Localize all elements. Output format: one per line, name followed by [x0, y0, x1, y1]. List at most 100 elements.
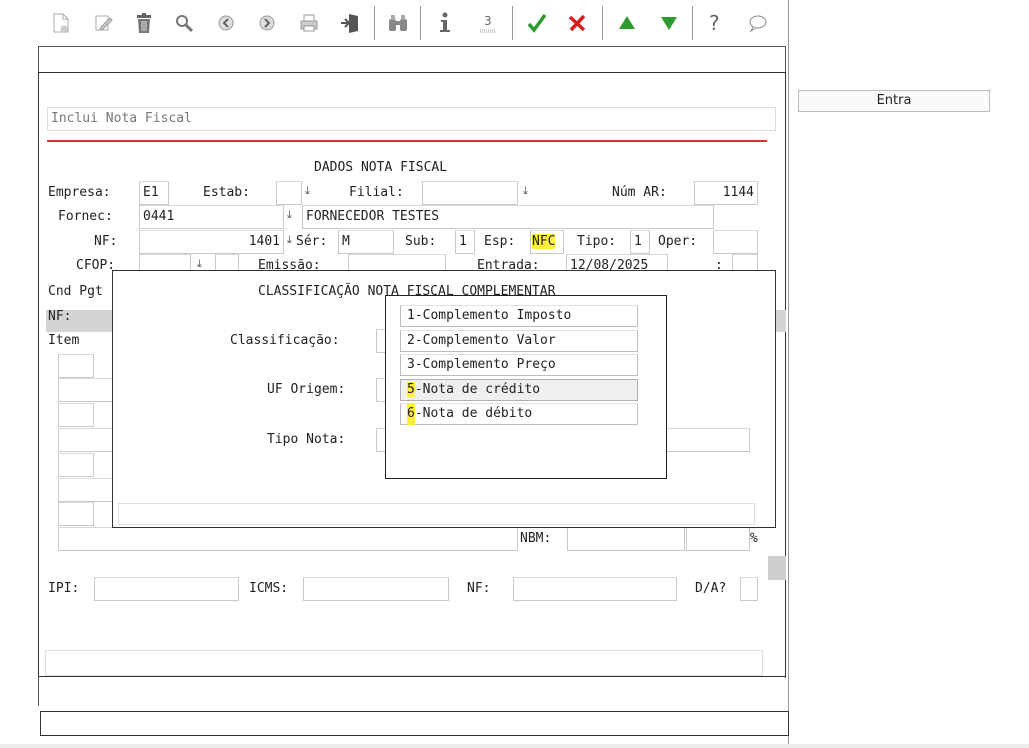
- menu-item-number: 6: [407, 404, 415, 425]
- num-ar-field[interactable]: 1144: [694, 181, 758, 205]
- cnd-pgt-label: Cnd Pgt: [48, 284, 103, 299]
- arrow-down-icon[interactable]: [657, 8, 681, 38]
- item-cell[interactable]: [58, 453, 94, 477]
- esp-field[interactable]: NFC: [530, 230, 564, 254]
- fornec-lookup-icon[interactable]: ⤓: [287, 209, 297, 221]
- message-field: [45, 650, 763, 676]
- print-icon[interactable]: [298, 8, 320, 38]
- next-icon[interactable]: [256, 8, 278, 38]
- menu-item-complemento-imposto[interactable]: 1-Complemento Imposto: [400, 305, 638, 327]
- entra-button[interactable]: Entra: [798, 90, 990, 112]
- confirm-check-icon[interactable]: [525, 8, 549, 38]
- previous-icon[interactable]: [215, 8, 237, 38]
- menu-item-complemento-preco[interactable]: 3-Complemento Preço: [400, 354, 638, 376]
- item-cell[interactable]: [58, 428, 114, 452]
- menu-item-number: 3: [407, 357, 415, 372]
- tipo-nota-label: Tipo Nota:: [267, 432, 346, 447]
- arrow-up-icon[interactable]: [615, 8, 639, 38]
- ipi-field[interactable]: [94, 577, 239, 601]
- empresa-label: Empresa:: [48, 185, 111, 200]
- nbm-label: NBM:: [520, 531, 552, 546]
- fornec-field[interactable]: 0441: [139, 205, 284, 229]
- section-title: DADOS NOTA FISCAL: [314, 160, 448, 175]
- fornec-name-field: FORNECEDOR TESTES: [302, 205, 714, 229]
- ser-field[interactable]: M: [338, 230, 394, 254]
- uf-origem-label: UF Origem:: [267, 382, 346, 397]
- scrollbar-thumb[interactable]: [768, 556, 786, 580]
- da-field[interactable]: [740, 577, 758, 601]
- menu-item-complemento-valor[interactable]: 2-Complemento Valor: [400, 330, 638, 352]
- menu-item-text: -Nota de débito: [414, 406, 533, 421]
- menu-item-number: 1: [407, 308, 415, 323]
- cfop-lookup-icon[interactable]: ⤓: [197, 258, 207, 270]
- binoculars-icon[interactable]: [386, 8, 410, 38]
- percent-label: %: [750, 531, 758, 546]
- item-cell[interactable]: [58, 354, 94, 378]
- new-document-icon[interactable]: [50, 8, 72, 38]
- comment-bubble-icon[interactable]: [746, 8, 770, 38]
- menu-item-nota-credito[interactable]: 5-Nota de crédito: [400, 379, 638, 401]
- item-cell[interactable]: [58, 478, 114, 502]
- icms-label: ICMS:: [249, 581, 289, 596]
- toolbar-separator: [692, 6, 693, 40]
- toolbar-separator: [374, 6, 375, 40]
- sub-label: Sub:: [405, 234, 437, 249]
- menu-item-nota-debito[interactable]: 6-Nota de débito: [400, 403, 638, 425]
- status-bar: [40, 711, 789, 736]
- menu-item-number: 2: [407, 333, 415, 348]
- tipo-label: Tipo:: [577, 234, 617, 249]
- ipi-label: IPI:: [48, 581, 80, 596]
- menu-item-text: -Complemento Imposto: [414, 308, 572, 323]
- help-question-icon[interactable]: ?: [704, 8, 728, 38]
- fornec-label: Fornec:: [58, 209, 113, 224]
- toolbar-separator: [512, 6, 513, 40]
- menu-item-number: 5: [407, 382, 415, 397]
- toolbar-separator: [420, 6, 421, 40]
- search-magnifier-icon[interactable]: [173, 8, 195, 38]
- estab-field[interactable]: [276, 181, 302, 205]
- title-field[interactable]: Inclui Nota Fiscal: [47, 107, 776, 131]
- item-cell[interactable]: [58, 403, 94, 427]
- classificacao-label: Classificação:: [230, 333, 340, 348]
- nf-field[interactable]: 1401: [139, 230, 284, 254]
- esp-value: NFC: [532, 234, 556, 249]
- info-icon[interactable]: [434, 8, 456, 38]
- nf2-field[interactable]: [513, 577, 677, 601]
- item-cell[interactable]: [58, 502, 94, 526]
- filial-field[interactable]: [422, 181, 518, 205]
- da-label: D/A?: [695, 581, 727, 596]
- percent-field[interactable]: [686, 527, 750, 551]
- window-right-border: [788, 0, 789, 748]
- nf-row-bar-right: [776, 310, 786, 332]
- item-label: Item: [48, 333, 80, 348]
- exit-door-icon[interactable]: [338, 8, 362, 38]
- item-cell[interactable]: [58, 378, 114, 402]
- tipo-field[interactable]: 1: [630, 230, 650, 254]
- ser-label: Sér:: [296, 234, 328, 249]
- icms-field[interactable]: [303, 577, 449, 601]
- delete-trash-icon[interactable]: [133, 8, 155, 38]
- menu-item-text: -Nota de crédito: [414, 382, 541, 397]
- desc-field[interactable]: [58, 527, 518, 551]
- menu-item-text: -Complemento Preço: [414, 357, 556, 372]
- filial-lookup-icon[interactable]: ⤓: [523, 185, 533, 197]
- list-icon[interactable]: 3: [476, 8, 500, 38]
- dialog-bottom-field: [118, 503, 755, 525]
- tipo-nota-field-right[interactable]: [666, 428, 750, 452]
- oper-label: Oper:: [658, 234, 698, 249]
- edit-icon[interactable]: [92, 8, 114, 38]
- sub-field[interactable]: 1: [455, 230, 475, 254]
- estab-lookup-icon[interactable]: ⤓: [305, 185, 315, 197]
- red-divider: [47, 140, 767, 142]
- num-ar-label: Núm AR:: [612, 185, 667, 200]
- nf-label: NF:: [94, 234, 118, 249]
- empresa-field[interactable]: E1: [139, 181, 169, 205]
- svg-text:?: ?: [709, 12, 720, 34]
- cancel-x-icon[interactable]: [565, 8, 589, 38]
- oper-field[interactable]: [713, 230, 758, 254]
- toolbar-separator: [602, 6, 603, 40]
- estab-label: Estab:: [203, 185, 250, 200]
- esp-label: Esp:: [484, 234, 516, 249]
- nbm-field[interactable]: [567, 527, 685, 551]
- nf2-label: NF:: [467, 581, 491, 596]
